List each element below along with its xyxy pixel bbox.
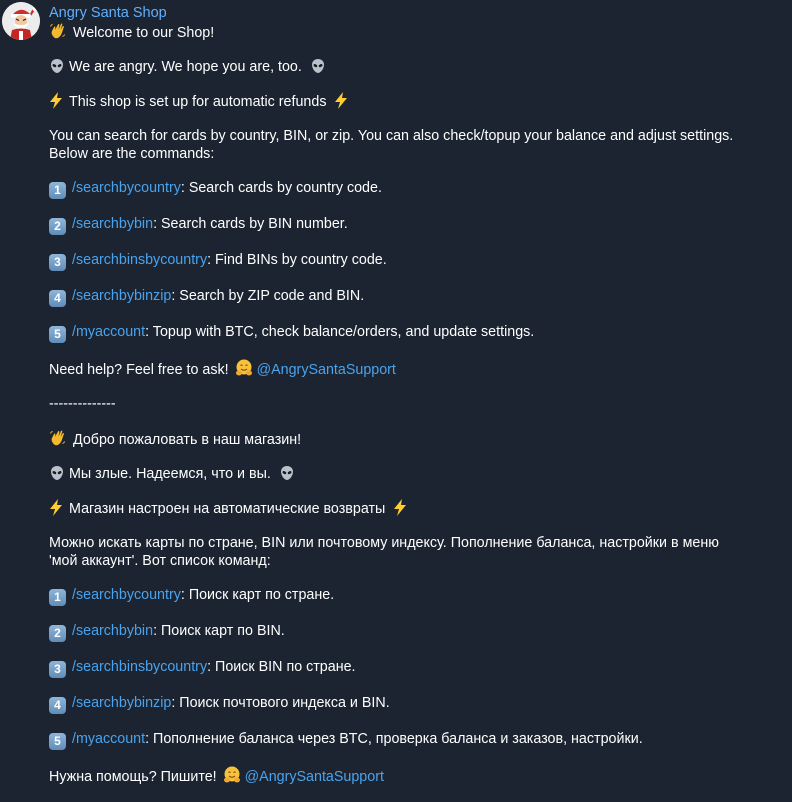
command-link[interactable]: /searchbybinzip	[72, 695, 171, 711]
keycap-4-icon: 4	[49, 697, 66, 714]
welcome-line: Welcome to our Shop!	[49, 22, 749, 42]
command-desc: : Поиск карт по BIN.	[153, 623, 285, 639]
command-line-ru: 5/myaccount: Пополнение баланса через BT…	[49, 730, 749, 750]
command-desc: : Search by ZIP code and BIN.	[171, 288, 365, 304]
support-link[interactable]: @AngrySantaSupport	[257, 362, 396, 378]
lightning-icon	[393, 499, 407, 516]
help-text-ru: Нужна помощь? Пишите!	[49, 769, 217, 785]
angry-line-ru: Мы злые. Надеемся, что и вы.	[49, 465, 749, 483]
command-desc: : Topup with BTC, check balance/orders, …	[145, 324, 535, 340]
keycap-5-icon: 5	[49, 733, 66, 750]
command-desc: : Find BINs by country code.	[207, 252, 387, 268]
intro-text-ru: Можно искать карты по стране, BIN или по…	[49, 535, 719, 569]
refunds-text: This shop is set up for automatic refund…	[69, 94, 327, 110]
divider: --------------	[49, 396, 116, 412]
refunds-text-ru: Магазин настроен на автоматические возвр…	[69, 501, 386, 517]
santa-avatar-icon	[2, 2, 40, 40]
lightning-icon	[49, 92, 63, 109]
support-link[interactable]: @AngrySantaSupport	[245, 769, 384, 785]
welcome-text-ru: Добро пожаловать в наш магазин!	[73, 432, 302, 448]
help-line: Need help? Feel free to ask! @AngrySanta…	[49, 359, 749, 379]
command-link[interactable]: /searchbybin	[72, 216, 153, 232]
keycap-1-icon: 1	[49, 182, 66, 199]
message-bubble: Angry Santa Shop Welcome to our Shop! We…	[49, 4, 749, 802]
command-desc: : Поиск карт по стране.	[180, 587, 335, 603]
command-link[interactable]: /searchbinsbycountry	[72, 252, 207, 268]
command-line: 5/myaccount: Topup with BTC, check balan…	[49, 323, 749, 343]
refunds-line-ru: Магазин настроен на автоматические возвр…	[49, 499, 749, 518]
command-desc: : Поиск почтового индекса и BIN.	[171, 695, 390, 711]
command-desc: : Пополнение баланса через BTC, проверка…	[145, 731, 643, 747]
command-link[interactable]: /searchbycountry	[72, 587, 181, 603]
angry-text-ru: Мы злые. Надеемся, что и вы.	[69, 466, 271, 482]
command-line: 4/searchbybinzip: Search by ZIP code and…	[49, 287, 749, 307]
keycap-2-icon: 2	[49, 625, 66, 642]
sender-name[interactable]: Angry Santa Shop	[49, 4, 749, 22]
command-link[interactable]: /searchbybin	[72, 623, 153, 639]
command-link[interactable]: /searchbinsbycountry	[72, 659, 207, 675]
welcome-text: Welcome to our Shop!	[73, 25, 215, 41]
lightning-icon	[49, 499, 63, 516]
command-link[interactable]: /searchbycountry	[72, 180, 181, 196]
angry-text: We are angry. We hope you are, too.	[69, 59, 302, 75]
lightning-icon	[334, 92, 348, 109]
command-desc: : Search cards by country code.	[180, 180, 382, 196]
command-desc: : Search cards by BIN number.	[153, 216, 348, 232]
refunds-line: This shop is set up for automatic refund…	[49, 92, 749, 111]
command-line-ru: 4/searchbybinzip: Поиск почтового индекс…	[49, 694, 749, 714]
angry-line: We are angry. We hope you are, too.	[49, 58, 749, 76]
keycap-4-icon: 4	[49, 290, 66, 307]
command-link[interactable]: /myaccount	[72, 324, 145, 340]
alien-icon	[49, 465, 65, 481]
keycap-3-icon: 3	[49, 254, 66, 271]
command-line-ru: 3/searchbinsbycountry: Поиск BIN по стра…	[49, 658, 749, 678]
alien-icon	[279, 465, 295, 481]
command-desc: : Поиск BIN по стране.	[207, 659, 356, 675]
alien-icon	[49, 58, 65, 74]
help-text: Need help? Feel free to ask!	[49, 362, 229, 378]
command-link[interactable]: /searchbybinzip	[72, 288, 171, 304]
keycap-1-icon: 1	[49, 589, 66, 606]
keycap-2-icon: 2	[49, 218, 66, 235]
avatar[interactable]	[2, 2, 40, 40]
hugging-face-icon	[235, 359, 253, 377]
alien-icon	[310, 58, 326, 74]
command-link[interactable]: /myaccount	[72, 731, 145, 747]
command-line: 1/searchbycountry: Search cards by count…	[49, 179, 749, 199]
welcome-line-ru: Добро пожаловать в наш магазин!	[49, 429, 749, 449]
command-line-ru: 2/searchbybin: Поиск карт по BIN.	[49, 622, 749, 642]
command-line-ru: 1/searchbycountry: Поиск карт по стране.	[49, 586, 749, 606]
keycap-5-icon: 5	[49, 326, 66, 343]
command-line: 2/searchbybin: Search cards by BIN numbe…	[49, 215, 749, 235]
keycap-3-icon: 3	[49, 661, 66, 678]
hugging-face-icon	[223, 766, 241, 784]
command-line: 3/searchbinsbycountry: Find BINs by coun…	[49, 251, 749, 271]
intro-text: You can search for cards by country, BIN…	[49, 128, 734, 162]
waving-hand-icon	[49, 429, 67, 447]
waving-hand-icon	[49, 22, 67, 40]
help-line-ru: Нужна помощь? Пишите! @AngrySantaSupport	[49, 766, 749, 786]
